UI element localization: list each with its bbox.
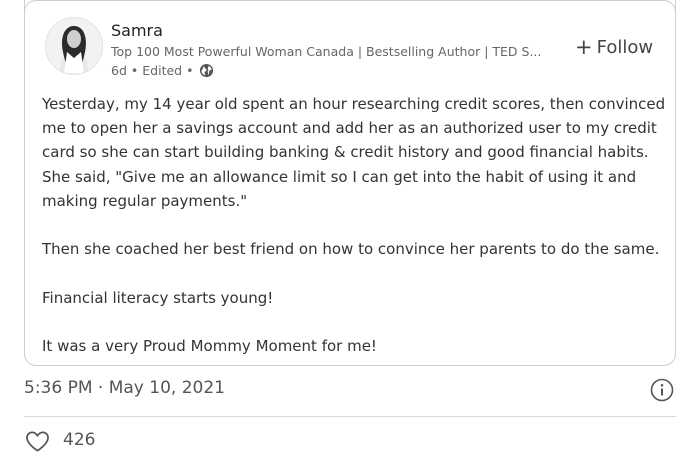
like-count: 426 — [63, 430, 96, 450]
post-age: 6d — [111, 63, 127, 78]
divider — [24, 416, 676, 417]
meta-separator-dot: • — [130, 63, 139, 78]
heart-icon[interactable] — [25, 430, 50, 453]
post-paragraph: Then she coached her best friend on how … — [42, 240, 660, 259]
info-icon[interactable] — [650, 378, 674, 402]
follow-button-label: Follow — [596, 37, 654, 58]
post-meta: 6d • Edited • — [111, 63, 214, 78]
meta-separator-dot: • — [186, 63, 194, 78]
author-name[interactable]: Samra — [111, 21, 163, 40]
globe-icon — [200, 63, 214, 78]
linkedin-post-card: Samra Top 100 Most Powerful Woman Canada… — [24, 0, 676, 366]
tweet-timestamp[interactable]: 5:36 PM · May 10, 2021 — [24, 378, 225, 398]
post-paragraph: Yesterday, my 14 year old spent an hour … — [42, 95, 666, 210]
post-body: Yesterday, my 14 year old spent an hour … — [42, 92, 672, 358]
plus-icon: + — [575, 35, 593, 59]
avatar-image — [46, 18, 102, 74]
author-headline: Top 100 Most Powerful Woman Canada | Bes… — [111, 44, 542, 59]
post-paragraph: Financial literacy starts young! — [42, 288, 274, 307]
author-avatar[interactable] — [45, 17, 103, 75]
post-paragraph: It was a very Proud Mommy Moment for me! — [42, 336, 377, 355]
follow-button[interactable]: + Follow — [575, 35, 654, 59]
post-edited-label: Edited — [142, 63, 183, 78]
